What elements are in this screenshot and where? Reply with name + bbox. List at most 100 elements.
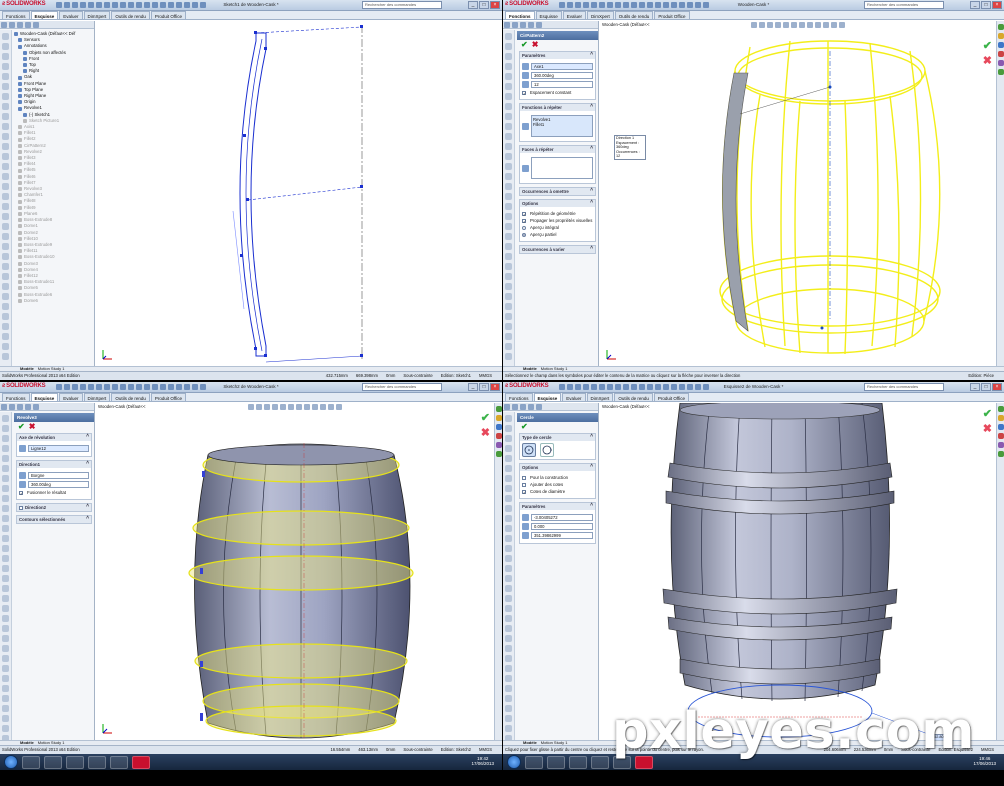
- view-toolbar[interactable]: [0, 30, 12, 366]
- window-controls[interactable]: _ □ ×: [970, 1, 1002, 9]
- view-toolbar[interactable]: [0, 412, 12, 742]
- media-app[interactable]: [569, 755, 587, 769]
- tab-evaluer[interactable]: Evaluer: [59, 393, 83, 401]
- tab-produit-office[interactable]: Produit Office: [150, 11, 187, 19]
- quick-access-toolbar[interactable]: [56, 2, 206, 9]
- confirmation-corner[interactable]: ✔ ✖: [983, 407, 992, 435]
- count-field[interactable]: 12: [531, 81, 593, 88]
- tab-outils-rendu[interactable]: Outils de rendu: [111, 11, 150, 19]
- direction-icon[interactable]: [19, 472, 26, 479]
- tab-esquisse[interactable]: Esquisse: [533, 393, 562, 401]
- ie-app[interactable]: [22, 755, 40, 769]
- end-condition-select[interactable]: Borgne: [28, 472, 89, 479]
- ok-icon[interactable]: ✔: [521, 423, 528, 431]
- ok-icon[interactable]: ✔: [521, 41, 528, 49]
- minimize-icon[interactable]: _: [970, 383, 980, 391]
- status-units[interactable]: MMGS: [479, 372, 492, 380]
- tree-icon[interactable]: [1, 22, 7, 28]
- construction-checkbox[interactable]: [522, 475, 526, 480]
- view-toolbar[interactable]: [503, 412, 515, 742]
- tab-fonctions[interactable]: Fonctions: [505, 11, 535, 19]
- maximize-icon[interactable]: □: [479, 383, 489, 391]
- feature-tree[interactable]: Wooden-Cask (Défaut<< Déf Sensors Annotati…: [14, 31, 94, 366]
- tab-produit-office[interactable]: Produit Office: [654, 11, 690, 19]
- graphics-area[interactable]: Wooden-Cask (Défaut<<: [96, 403, 494, 740]
- clock[interactable]: 19:46 17/06/2013: [973, 756, 996, 766]
- quick-access-toolbar[interactable]: [56, 384, 206, 391]
- tab-esquisse[interactable]: Esquisse: [535, 11, 562, 19]
- tab-fonctions[interactable]: Fonctions: [2, 11, 30, 19]
- task-pane[interactable]: [996, 21, 1004, 366]
- pattern-callout[interactable]: Direction 1 Espacement : 360deg Occurrence…: [614, 135, 646, 160]
- tab-dimxpert[interactable]: DimXpert: [83, 11, 111, 19]
- view-toolbar[interactable]: [503, 30, 515, 366]
- start-button[interactable]: [4, 755, 18, 769]
- ie-app[interactable]: [525, 755, 543, 769]
- geometry-pattern-checkbox[interactable]: ✓: [522, 211, 526, 216]
- tab-dimxpert[interactable]: DimXpert: [83, 393, 111, 401]
- status-units[interactable]: MMGS: [479, 746, 492, 754]
- minimize-icon[interactable]: _: [468, 383, 478, 391]
- explorer-app[interactable]: [44, 755, 62, 769]
- tab-fonctions[interactable]: Fonctions: [2, 393, 30, 401]
- property-manager-toolbar[interactable]: [503, 21, 598, 29]
- close-icon[interactable]: ×: [490, 1, 500, 9]
- angle-field[interactable]: 360.00deg: [28, 481, 89, 488]
- tab-dimxpert[interactable]: DimXpert: [586, 393, 614, 401]
- window-controls[interactable]: _ □ ×: [970, 383, 1002, 391]
- clock[interactable]: 19:42 17/06/2013: [471, 756, 494, 766]
- equal-spacing-checkbox[interactable]: ✓: [522, 90, 526, 95]
- angle-field[interactable]: 360.00deg: [531, 72, 593, 79]
- tab-evaluer[interactable]: Evaluer: [562, 11, 587, 19]
- solidworks-app[interactable]: [132, 755, 150, 769]
- graphics-area[interactable]: [96, 21, 502, 366]
- maximize-icon[interactable]: □: [981, 383, 991, 391]
- merge-checkbox[interactable]: ✓: [19, 490, 23, 495]
- search-input[interactable]: Rechercher des commandes: [864, 1, 944, 9]
- explorer-app[interactable]: [547, 755, 565, 769]
- graphics-area[interactable]: Wooden-Cask (Défaut<<: [600, 403, 996, 741]
- minimize-icon[interactable]: _: [468, 1, 478, 9]
- command-manager-tabs[interactable]: Fonctions Esquisse Evaluer DimXpert Outi…: [0, 393, 502, 402]
- dimxpert-icon[interactable]: [25, 22, 31, 28]
- start-button[interactable]: [507, 755, 521, 769]
- window-controls[interactable]: _ □ ×: [468, 383, 500, 391]
- ok-icon[interactable]: ✔: [18, 423, 25, 431]
- tab-fonctions[interactable]: Fonctions: [505, 393, 533, 401]
- axis-field[interactable]: Axe1: [531, 63, 593, 70]
- faces-list[interactable]: [531, 157, 593, 179]
- quick-access-toolbar[interactable]: [559, 2, 709, 9]
- partial-preview-radio[interactable]: [522, 232, 526, 237]
- tab-esquisse[interactable]: Esquisse: [30, 393, 59, 401]
- search-input[interactable]: Rechercher des commandes: [362, 1, 442, 9]
- display-icon[interactable]: [33, 22, 39, 28]
- radius-field[interactable]: 351.39862999: [531, 532, 593, 539]
- quick-access-toolbar[interactable]: [559, 384, 709, 391]
- tab-outils-rendu[interactable]: Outils de rendu: [614, 11, 654, 19]
- add-dimensions-checkbox[interactable]: [522, 482, 526, 487]
- status-units[interactable]: MMGS: [981, 746, 994, 754]
- maximize-icon[interactable]: □: [479, 1, 489, 9]
- tab-evaluer[interactable]: Evaluer: [562, 393, 586, 401]
- cancel-icon[interactable]: ✖: [532, 41, 539, 49]
- graphics-area[interactable]: Wooden-Cask (Défaut<< Direction 1 Espace…: [600, 21, 996, 366]
- close-icon[interactable]: ×: [992, 1, 1002, 9]
- center-circle-icon[interactable]: [522, 443, 536, 457]
- command-manager-tabs[interactable]: Fonctions Esquisse Evaluer DimXpert Outi…: [503, 393, 1004, 402]
- feature-manager-toolbar[interactable]: [0, 21, 94, 29]
- tab-outils-rendu[interactable]: Outils de rendu: [614, 393, 653, 401]
- tab-outils-rendu[interactable]: Outils de rendu: [111, 393, 150, 401]
- confirmation-corner[interactable]: ✔ ✖: [983, 39, 992, 67]
- firefox-app[interactable]: [591, 755, 609, 769]
- center-x-field[interactable]: -3.00405272: [531, 514, 593, 521]
- media-app[interactable]: [66, 755, 84, 769]
- propagate-visual-checkbox[interactable]: ✓: [522, 218, 526, 223]
- tab-produit-office[interactable]: Produit Office: [653, 393, 690, 401]
- firefox-app[interactable]: [88, 755, 106, 769]
- command-manager-tabs[interactable]: Fonctions Esquisse Evaluer DimXpert Outi…: [503, 11, 1004, 20]
- minimize-icon[interactable]: _: [970, 1, 980, 9]
- tree-item[interactable]: Dome6: [14, 298, 94, 304]
- axis-field[interactable]: Ligne12: [28, 445, 89, 452]
- search-input[interactable]: Rechercher des commandes: [864, 383, 944, 391]
- property-icon[interactable]: [9, 22, 15, 28]
